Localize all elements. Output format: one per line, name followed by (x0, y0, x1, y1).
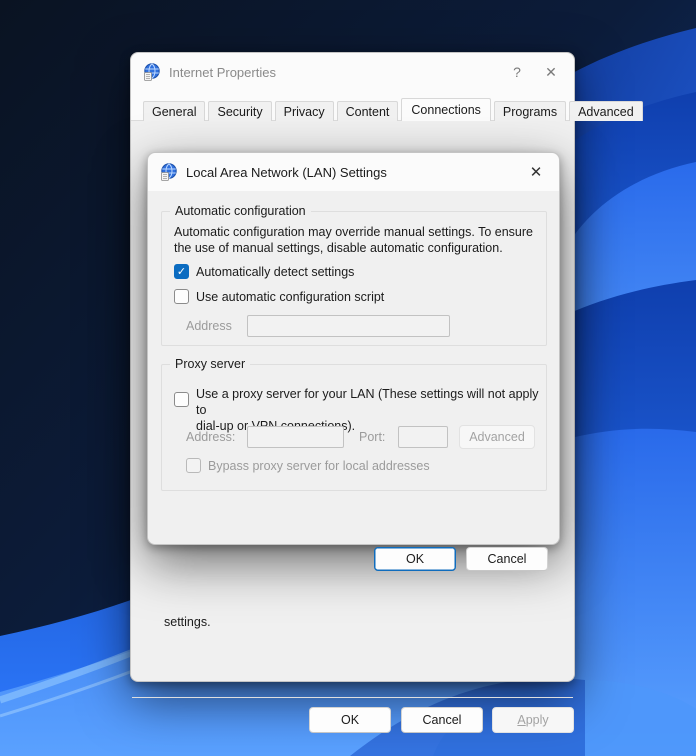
automatic-configuration-group-label: Automatic configuration (170, 204, 311, 219)
use-automatic-configuration-script-row[interactable]: Use automatic configuration script (174, 289, 384, 305)
use-automatic-configuration-script-checkbox[interactable] (174, 289, 189, 304)
tab-security[interactable]: Security (208, 101, 272, 121)
lan-ok-button[interactable]: OK (374, 547, 456, 571)
use-proxy-label-line-1: Use a proxy server for your LAN (These s… (196, 387, 539, 417)
bypass-proxy-label: Bypass proxy server for local addresses (208, 459, 430, 473)
tab-content[interactable]: Content (336, 101, 399, 121)
tab-advanced[interactable]: Advanced (569, 101, 643, 121)
lan-close-button[interactable]: ✕ (519, 157, 553, 187)
lan-settings-body: Automatic configuration Automatic config… (148, 191, 559, 571)
automatically-detect-settings-row[interactable]: ✓ Automatically detect settings (174, 264, 354, 280)
automatically-detect-settings-checkbox[interactable]: ✓ (174, 264, 189, 279)
tab-general[interactable]: General (143, 101, 206, 121)
lan-settings-titlebar: Local Area Network (LAN) Settings ✕ (148, 153, 559, 191)
lan-settings-title: Local Area Network (LAN) Settings (186, 164, 387, 180)
description-line-1: Automatic configuration may override man… (174, 225, 533, 239)
cancel-button[interactable]: Cancel (401, 707, 483, 733)
settings-trailing-text: settings. (164, 615, 211, 629)
internet-properties-icon (143, 63, 161, 81)
ok-button[interactable]: OK (309, 707, 391, 733)
lan-settings-dialog: Local Area Network (LAN) Settings ✕ Auto… (147, 152, 560, 571)
proxy-address-label: Address: (186, 430, 236, 444)
bypass-proxy-checkbox[interactable] (186, 458, 201, 473)
automatic-configuration-description: Automatic configuration may override man… (174, 224, 533, 256)
desktop: Internet Properties ? ✕ General Security… (0, 0, 696, 756)
lan-settings-icon (160, 163, 178, 181)
apply-label-initial: A (517, 713, 526, 727)
proxy-server-group: Proxy server Use a proxy server for your… (161, 357, 547, 491)
bypass-proxy-row[interactable]: Bypass proxy server for local addresses (186, 458, 430, 474)
use-proxy-server-checkbox[interactable] (174, 392, 189, 407)
proxy-port-label: Port: (359, 430, 386, 444)
tab-privacy[interactable]: Privacy (274, 101, 334, 121)
help-button[interactable]: ? (500, 57, 534, 87)
use-automatic-configuration-script-label: Use automatic configuration script (196, 290, 385, 304)
close-button[interactable]: ✕ (534, 57, 568, 87)
internet-properties-titlebar: Internet Properties ? ✕ (131, 53, 574, 91)
proxy-server-group-label: Proxy server (170, 357, 251, 372)
apply-label-rest: pply (525, 713, 549, 727)
internet-properties-title: Internet Properties (169, 64, 276, 80)
button-row-separator (132, 697, 573, 698)
automatic-configuration-group: Automatic configuration Automatic config… (161, 204, 547, 346)
description-line-2: the use of manual settings, disable auto… (174, 241, 503, 255)
lan-cancel-button[interactable]: Cancel (466, 547, 548, 571)
script-address-input[interactable] (247, 315, 450, 337)
automatically-detect-settings-label: Automatically detect settings (196, 265, 355, 279)
apply-button[interactable]: Apply (492, 707, 574, 733)
tab-programs[interactable]: Programs (493, 101, 567, 121)
advanced-button[interactable]: Advanced (459, 425, 535, 449)
proxy-port-input[interactable] (398, 426, 448, 448)
tab-strip: General Security Privacy Content Connect… (143, 98, 643, 121)
tab-connections[interactable]: Connections (401, 98, 491, 121)
script-address-label: Address (186, 319, 232, 333)
proxy-address-input[interactable] (247, 426, 344, 448)
